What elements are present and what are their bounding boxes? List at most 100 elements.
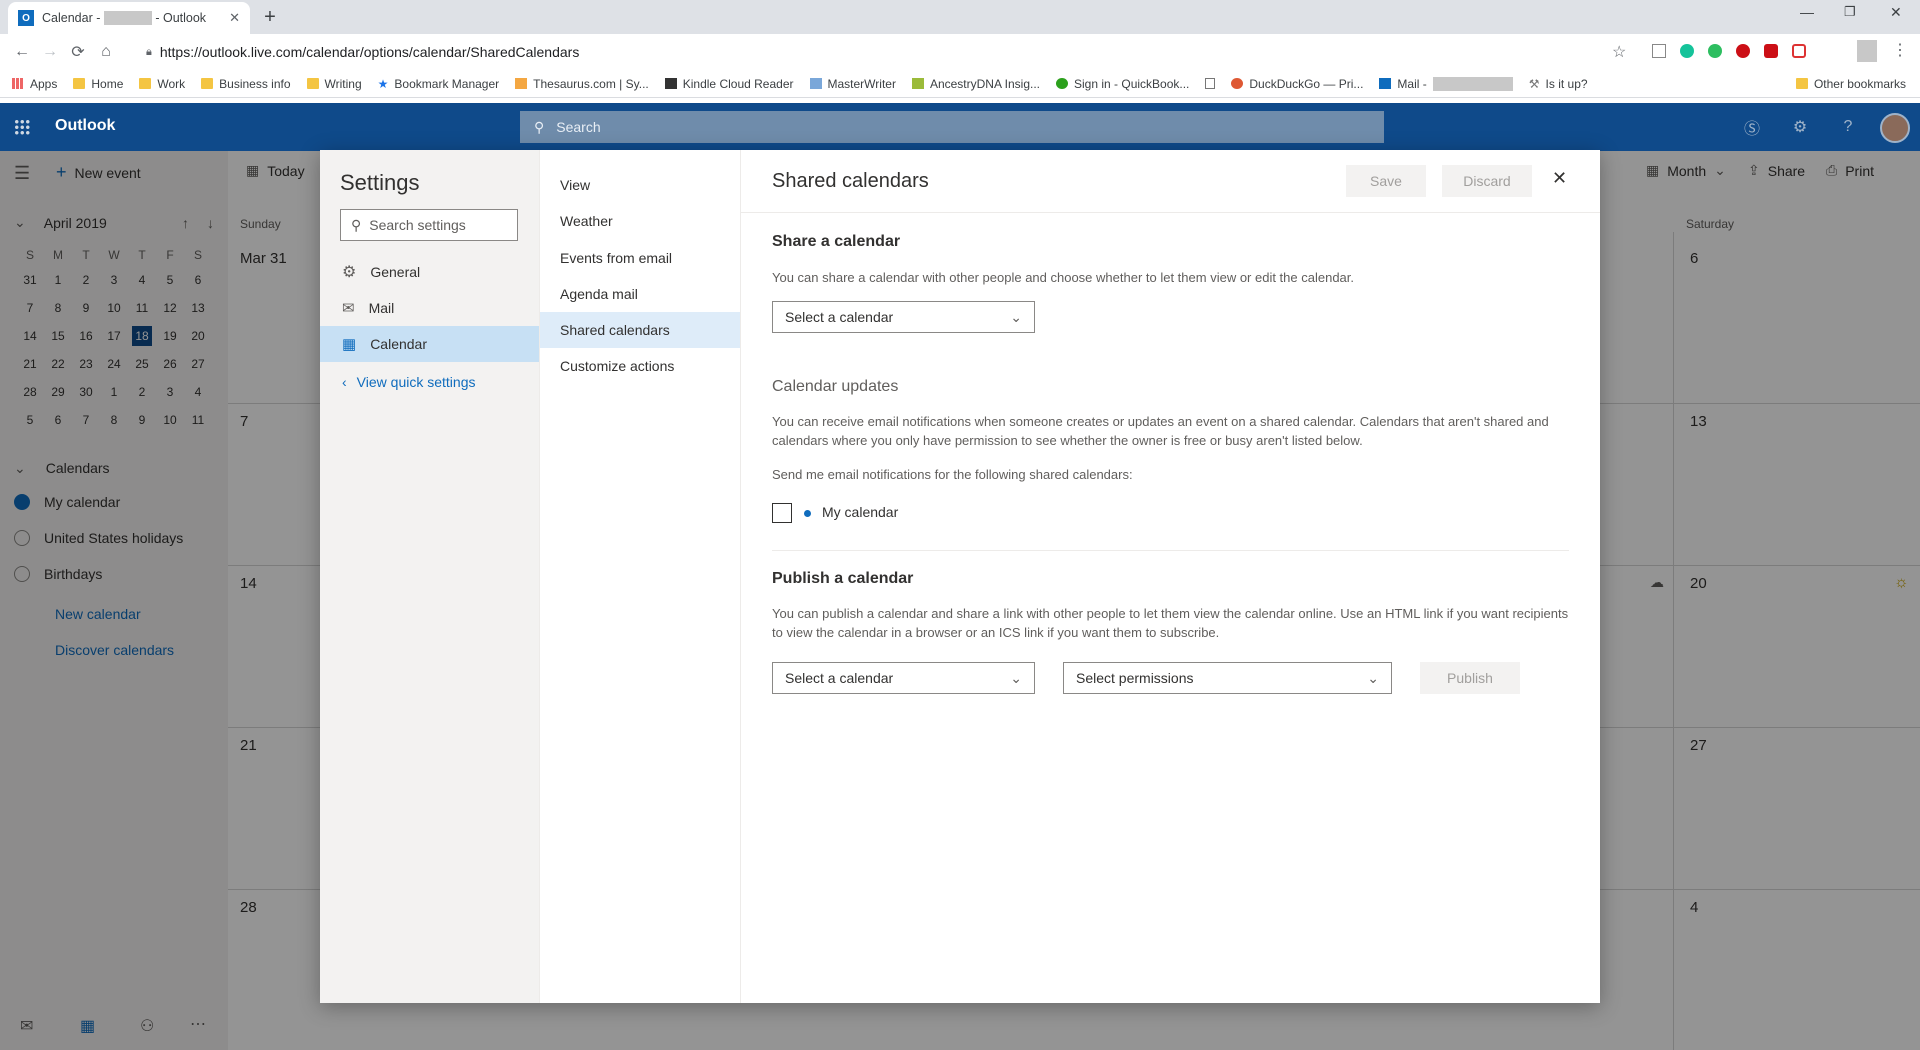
publish-description: You can publish a calendar and share a l… xyxy=(772,606,1569,640)
permissions-select[interactable]: Select permissions ⌄ xyxy=(1063,662,1392,694)
chevron-down-icon: ⌄ xyxy=(1010,669,1022,686)
gear-icon: ⚙ xyxy=(342,264,357,281)
search-icon: ⚲ xyxy=(534,118,545,135)
publish-heading: Publish a calendar xyxy=(772,570,914,587)
wrench-icon: ⚒ xyxy=(1528,76,1540,91)
bookmark-writing[interactable]: Writing xyxy=(306,77,362,91)
updates-heading: Calendar updates xyxy=(772,378,899,395)
bookmark-business-info[interactable]: Business info xyxy=(201,77,291,91)
duckduckgo-icon xyxy=(1231,78,1244,89)
bookmark-ancestry[interactable]: AncestryDNA Insig... xyxy=(911,77,1040,91)
my-calendar-checkbox[interactable] xyxy=(772,503,792,523)
updates-description: You can receive email notifications when… xyxy=(772,414,1549,448)
quickbooks-icon xyxy=(1056,78,1068,89)
folder-icon xyxy=(73,78,86,89)
thesaurus-icon xyxy=(515,78,528,89)
pinterest-icon[interactable] xyxy=(1764,44,1778,58)
back-arrow-icon[interactable]: ← xyxy=(8,38,36,66)
close-window-icon[interactable]: ✕ xyxy=(1890,4,1902,21)
subsection-weather[interactable]: Weather xyxy=(540,203,740,239)
chevron-left-icon: ‹ xyxy=(342,374,347,390)
subsection-agenda-mail[interactable]: Agenda mail xyxy=(540,276,740,312)
subsection-view[interactable]: View xyxy=(540,167,740,203)
subsection-events-from-email[interactable]: Events from email xyxy=(540,240,740,276)
share-heading: Share a calendar xyxy=(772,233,901,250)
close-icon[interactable]: ✕ xyxy=(1552,168,1567,189)
subsection-shared-calendars[interactable]: Shared calendars xyxy=(540,312,740,348)
category-general[interactable]: ⚙ General xyxy=(320,254,539,290)
calendar-icon: ▦ xyxy=(342,336,357,353)
view-quick-settings-link[interactable]: ‹ View quick settings xyxy=(342,374,475,390)
folder-icon xyxy=(306,78,319,89)
search-input[interactable]: ⚲ Search xyxy=(520,111,1384,143)
chevron-down-icon: ⌄ xyxy=(1010,308,1022,325)
pocket-icon[interactable] xyxy=(1792,44,1806,58)
bookmark-masterwriter[interactable]: MasterWriter xyxy=(809,77,896,91)
bookmark-apps[interactable]: Apps xyxy=(12,77,57,91)
bookmark-other[interactable]: Other bookmarks xyxy=(1795,77,1906,91)
bookmark-blank-page[interactable] xyxy=(1205,78,1216,89)
bookmark-work[interactable]: Work xyxy=(139,77,185,91)
folder-icon xyxy=(139,78,152,89)
page-icon xyxy=(1205,78,1216,89)
header-divider xyxy=(740,212,1600,213)
close-tab-icon[interactable]: ✕ xyxy=(229,10,240,26)
lock-icon: 🔒︎ xyxy=(146,45,152,58)
home-icon[interactable]: ⌂ xyxy=(92,38,120,66)
restore-icon[interactable]: ❐ xyxy=(1844,4,1856,20)
checkbox-label: My calendar xyxy=(822,504,899,520)
bookmark-mail[interactable]: Mail - xyxy=(1379,76,1513,91)
bookmark-star-icon[interactable]: ☆ xyxy=(1612,42,1626,62)
save-button[interactable]: Save xyxy=(1346,165,1426,197)
minimize-icon[interactable]: — xyxy=(1800,4,1814,20)
bookmark-manager[interactable]: ★ Bookmark Manager xyxy=(378,77,499,91)
apps-grid-icon xyxy=(12,78,24,89)
share-description: You can share a calendar with other peop… xyxy=(772,270,1355,285)
publish-calendar-select[interactable]: Select a calendar ⌄ xyxy=(772,662,1035,694)
help-icon[interactable]: ? xyxy=(1836,116,1860,138)
app-launcher-icon[interactable] xyxy=(14,119,30,135)
browser-menu-icon[interactable]: ⋮ xyxy=(1892,40,1908,60)
bookmark-duckduckgo[interactable]: DuckDuckGo — Pri... xyxy=(1231,77,1363,91)
share-calendar-select[interactable]: Select a calendar ⌄ xyxy=(772,301,1035,333)
bookmark-quickbooks[interactable]: Sign in - QuickBook... xyxy=(1056,77,1189,91)
bookmark-kindle[interactable]: Kindle Cloud Reader xyxy=(664,77,794,91)
bookmark-thesaurus[interactable]: Thesaurus.com | Sy... xyxy=(515,77,649,91)
discard-button[interactable]: Discard xyxy=(1442,165,1532,197)
browser-tab[interactable]: O Calendar - - Outlook ✕ xyxy=(8,2,250,34)
outlook-favicon-icon: O xyxy=(18,10,34,26)
address-bar[interactable]: 🔒︎ https://outlook.live.com/calendar/opt… xyxy=(136,38,1628,66)
settings-search-input[interactable]: ⚲ Search settings xyxy=(340,209,518,241)
settings-title: Settings xyxy=(340,170,420,195)
profile-avatar[interactable] xyxy=(1857,40,1877,62)
brand-name[interactable]: Outlook xyxy=(55,117,115,135)
opera-icon[interactable] xyxy=(1736,44,1750,58)
evernote-icon[interactable] xyxy=(1708,44,1722,58)
reload-icon[interactable]: ⟳ xyxy=(64,38,92,66)
kindle-icon xyxy=(664,78,677,89)
gear-icon[interactable]: ⚙ xyxy=(1788,116,1812,138)
category-mail[interactable]: ✉ Mail xyxy=(320,290,539,326)
skype-icon[interactable]: Ⓢ xyxy=(1740,116,1764,138)
grammarly-icon[interactable] xyxy=(1680,44,1694,58)
tab-title: Calendar - - Outlook xyxy=(42,10,207,26)
bookmark-home[interactable]: Home xyxy=(73,77,123,91)
category-calendar[interactable]: ▦ Calendar xyxy=(320,326,539,362)
star-icon: ★ xyxy=(377,76,389,91)
pane-divider xyxy=(740,150,741,1003)
section-divider xyxy=(772,550,1569,551)
mail-icon: ✉ xyxy=(342,300,355,317)
outlook-icon xyxy=(1379,78,1392,89)
folder-icon xyxy=(1795,78,1808,89)
panel-title: Shared calendars xyxy=(772,170,929,192)
url-text: https://outlook.live.com/calendar/option… xyxy=(159,44,580,60)
publish-button[interactable]: Publish xyxy=(1420,662,1520,694)
new-tab-button[interactable]: + xyxy=(258,6,282,30)
extension-icon[interactable] xyxy=(1652,44,1666,58)
folder-icon xyxy=(201,78,214,89)
subsection-customize-actions[interactable]: Customize actions xyxy=(540,348,740,384)
extension-icons xyxy=(1652,44,1806,58)
avatar[interactable] xyxy=(1880,113,1910,143)
bookmark-is-it-up[interactable]: ⚒ Is it up? xyxy=(1529,77,1588,91)
forward-arrow-icon[interactable]: → xyxy=(36,38,64,66)
